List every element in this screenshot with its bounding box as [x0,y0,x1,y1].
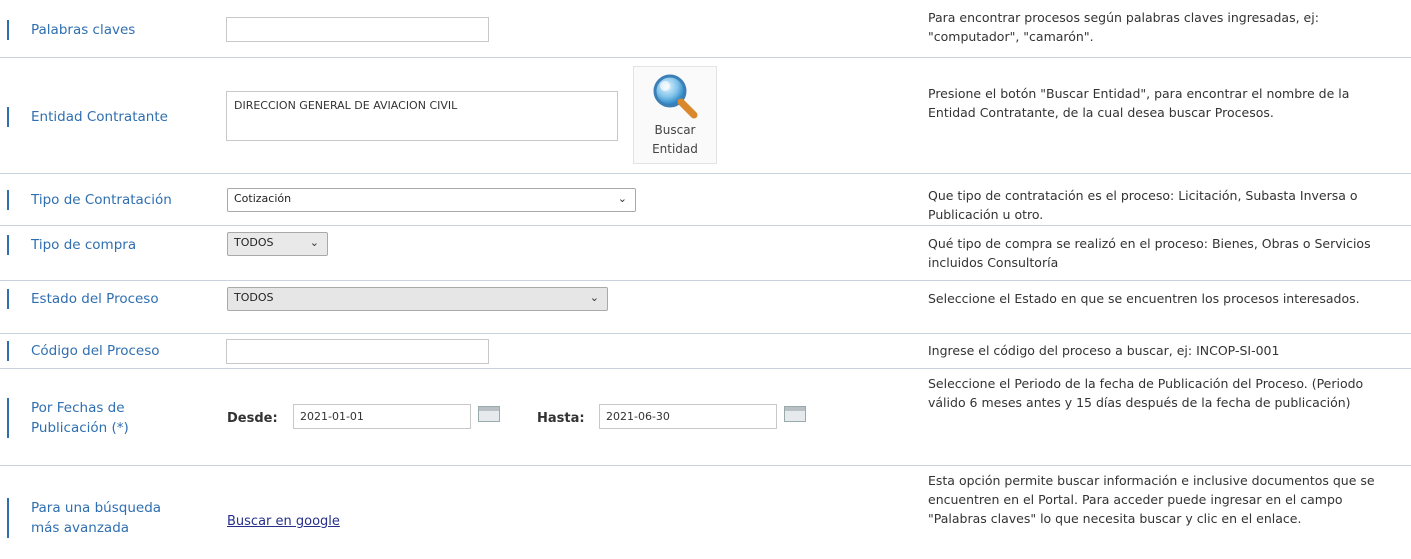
entity-help: Presione el botón "Buscar Entidad", para… [928,86,1350,120]
from-date-input[interactable] [293,404,471,429]
calendar-icon[interactable] [784,406,806,422]
magnifier-icon [653,74,698,119]
process-state-select[interactable]: TODOS ⌄ [227,287,608,311]
dates-help: Seleccione el Periodo de la fecha de Pub… [928,376,1364,410]
row-purchase-type: Tipo de compra TODOS ⌄ Qué tipo de compr… [0,225,1411,281]
contract-type-label: Tipo de Contratación [7,190,207,210]
row-keywords: Palabras claves Para encontrar procesos … [0,0,1411,57]
dates-label: Por Fechas de Publicación (*) [7,398,187,438]
search-entity-button[interactable]: Buscar Entidad [633,66,717,164]
contract-type-help: Que tipo de contratación es el proceso: … [928,188,1358,222]
row-dates: Por Fechas de Publicación (*) Desde: Has… [0,368,1411,466]
purchase-type-label: Tipo de compra [7,235,207,255]
process-state-value: TODOS [234,291,274,304]
keywords-input[interactable] [226,17,489,42]
row-contract-type: Tipo de Contratación Cotización ⌄ Que ti… [0,173,1411,226]
process-state-label: Estado del Proceso [7,289,207,309]
search-entity-label: Buscar Entidad [652,123,698,156]
keywords-help: Para encontrar procesos según palabras c… [928,10,1319,44]
contract-type-select[interactable]: Cotización ⌄ [227,188,636,212]
contract-type-value: Cotización [234,192,292,205]
chevron-down-icon: ⌄ [589,291,599,304]
advanced-label: Para una búsqueda más avanzada [7,498,187,538]
row-advanced: Para una búsqueda más avanzada Esta opci… [0,465,1411,559]
row-process-state: Estado del Proceso TODOS ⌄ Seleccione el… [0,280,1411,334]
search-form: Palabras claves Para encontrar procesos … [0,0,1411,558]
purchase-type-value: TODOS [234,236,274,249]
to-label: Hasta: [537,411,585,426]
process-state-help: Seleccione el Estado en que se encuentre… [928,291,1360,306]
entity-label: Entidad Contratante [7,107,207,127]
entity-textarea[interactable]: DIRECCION GENERAL DE AVIACION CIVIL [226,91,618,141]
process-code-input[interactable] [226,339,489,364]
calendar-icon[interactable] [478,406,500,422]
row-process-code: Código del Proceso Ingrese el código del… [0,333,1411,369]
google-search-link[interactable]: Buscar en google [227,514,340,529]
from-label: Desde: [227,411,278,426]
purchase-type-help: Qué tipo de compra se realizó en el proc… [928,236,1371,270]
to-date-input[interactable] [599,404,777,429]
chevron-down-icon: ⌄ [309,236,319,249]
chevron-down-icon: ⌄ [617,192,627,205]
advanced-help: Esta opción permite buscar información e… [928,473,1375,526]
purchase-type-select[interactable]: TODOS ⌄ [227,232,328,256]
process-code-label: Código del Proceso [7,341,207,361]
keywords-label: Palabras claves [7,20,207,40]
process-code-help: Ingrese el código del proceso a buscar, … [928,343,1280,358]
